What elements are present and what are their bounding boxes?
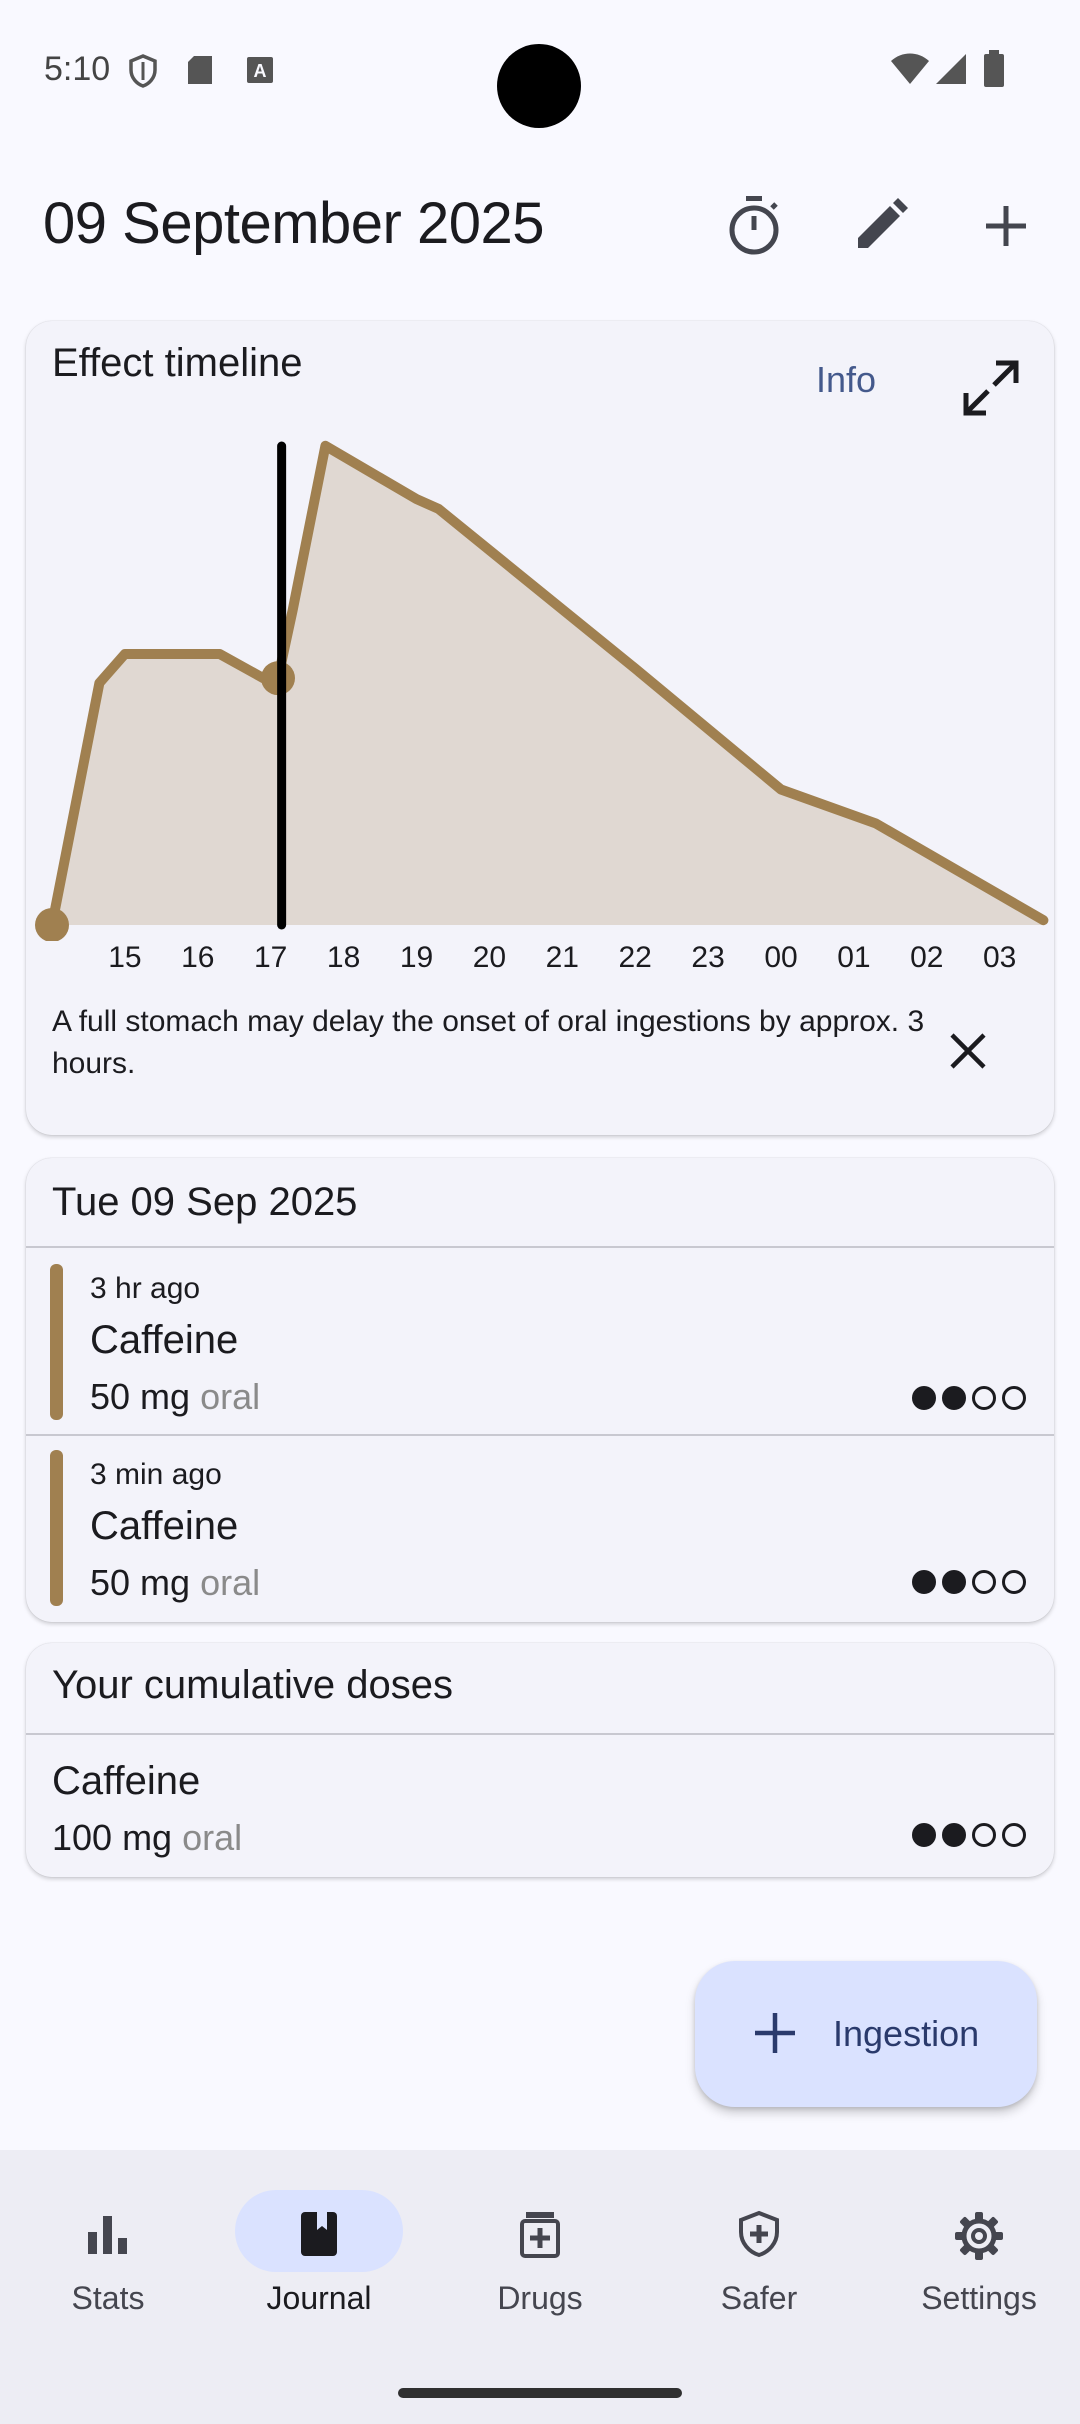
nav-label: Journal (266, 2280, 372, 2316)
dose-dot-empty (1002, 1823, 1026, 1847)
substance-name: Caffeine (90, 1504, 239, 1548)
dose-dot-empty (972, 1386, 996, 1410)
time-tick-label: 23 (691, 941, 725, 974)
nav-item-drugs[interactable]: Drugs (432, 2150, 648, 2350)
time-tick-label: 16 (181, 941, 215, 974)
dose-dot-empty (1002, 1570, 1026, 1594)
ingestion-row[interactable]: 3 hr ago Caffeine 50 mg oral (26, 1248, 1054, 1434)
camera-cutout (497, 44, 581, 128)
shield-status-icon (129, 54, 157, 88)
journal-card: Tue 09 Sep 2025 3 hr ago Caffeine 50 mg … (26, 1158, 1054, 1622)
dose-dot-filled (912, 1386, 936, 1410)
fab-label: Ingestion (833, 2013, 980, 2054)
cumulative-title: Your cumulative doses (52, 1663, 453, 1707)
time-tick-label: 18 (326, 941, 361, 974)
dose-text: 100 mg oral (52, 1817, 242, 1859)
nav-label: Drugs (497, 2280, 583, 2316)
journal-date-header: Tue 09 Sep 2025 (52, 1180, 358, 1224)
status-bar: 5:10 A (0, 0, 1080, 140)
add-icon[interactable] (970, 190, 1042, 262)
add-ingestion-button[interactable]: Ingestion (695, 1961, 1037, 2107)
dose-route: oral (200, 1562, 261, 1603)
ingestion-time-ago: 3 min ago (90, 1458, 222, 1491)
dose-dot-empty (1002, 1386, 1026, 1410)
effect-timeline-chart[interactable] (26, 321, 1054, 941)
dose-route: oral (200, 1376, 261, 1417)
cumulative-row[interactable]: Caffeine 100 mg oral (26, 1735, 1054, 1877)
time-tick-label: 03 (983, 941, 1017, 974)
dose-text: 50 mg oral (90, 1376, 260, 1418)
dose-strength-dots (906, 1823, 1026, 1852)
sd-card-icon (188, 56, 212, 84)
full-stomach-note: A full stomach may delay the onset of or… (52, 1005, 925, 1080)
nav-item-stats[interactable]: Stats (0, 2150, 216, 2350)
dose-text: 50 mg oral (90, 1562, 260, 1604)
font-status-icon: A (247, 57, 273, 83)
svg-text:A: A (254, 61, 267, 81)
dose-amount: 100 mg (52, 1817, 173, 1858)
substance-name: Caffeine (90, 1318, 239, 1362)
effect-area (52, 445, 1044, 925)
battery-icon (984, 50, 1004, 87)
time-tick-label: 15 (108, 941, 142, 974)
time-tick-label: 17 (254, 941, 288, 974)
gear-icon (955, 2212, 1003, 2260)
time-tick-label: 00 (764, 941, 798, 974)
substance-name: Caffeine (52, 1759, 201, 1803)
dose-dot-empty (972, 1570, 996, 1594)
time-tick-label: 22 (618, 941, 652, 974)
nav-item-safer[interactable]: Safer (651, 2150, 867, 2350)
book-icon (301, 2212, 337, 2256)
cumulative-doses-card: Your cumulative doses Caffeine 100 mg or… (26, 1643, 1054, 1877)
time-tick-label: 02 (910, 941, 944, 974)
page-title: 09 September 2025 (43, 191, 544, 256)
dose-dot-filled (912, 1823, 936, 1847)
time-tick-label: 01 (837, 941, 871, 974)
timer-icon[interactable] (718, 190, 790, 262)
substance-color-bar (50, 1450, 63, 1606)
close-icon[interactable] (944, 1027, 992, 1075)
nav-item-journal[interactable]: Journal (211, 2150, 427, 2350)
time-tick-label: 19 (399, 941, 434, 974)
nav-label: Safer (720, 2280, 798, 2316)
gesture-home-bar[interactable] (398, 2388, 682, 2398)
effect-timeline-card: Effect timeline Info 15 16 17 18 19 20 21 22 23 0… (26, 321, 1054, 1135)
bottom-navigation: Stats Journal Drugs Safer Settings (0, 2150, 1080, 2424)
dose-dot-filled (942, 1386, 966, 1410)
plus-icon (755, 2013, 795, 2053)
ingestion-marker[interactable] (35, 908, 69, 941)
dose-dot-filled (942, 1823, 966, 1847)
ingestion-time-ago: 3 hr ago (90, 1272, 201, 1305)
dose-strength-dots (906, 1386, 1026, 1415)
status-time: 5:10 (44, 50, 111, 88)
nav-item-settings[interactable]: Settings (871, 2150, 1080, 2350)
dose-dot-filled (942, 1570, 966, 1594)
bar-chart-icon (88, 2216, 127, 2254)
signal-icon (936, 54, 966, 84)
dose-dot-empty (972, 1823, 996, 1847)
edit-icon[interactable] (844, 190, 916, 262)
shield-icon (739, 2210, 779, 2258)
dose-amount: 50 mg (90, 1562, 191, 1603)
substance-color-bar (50, 1264, 63, 1420)
medication-icon (520, 2212, 560, 2258)
nav-label: Stats (71, 2280, 145, 2316)
dose-strength-dots (906, 1570, 1026, 1599)
wifi-icon (891, 53, 929, 84)
time-tick-label: 21 (545, 941, 579, 974)
dose-dot-filled (912, 1570, 936, 1594)
time-tick-label: 20 (472, 941, 507, 974)
nav-label: Settings (921, 2280, 1037, 2316)
dose-route: oral (182, 1817, 243, 1858)
ingestion-row[interactable]: 3 min ago Caffeine 50 mg oral (26, 1436, 1054, 1622)
dose-amount: 50 mg (90, 1376, 191, 1417)
